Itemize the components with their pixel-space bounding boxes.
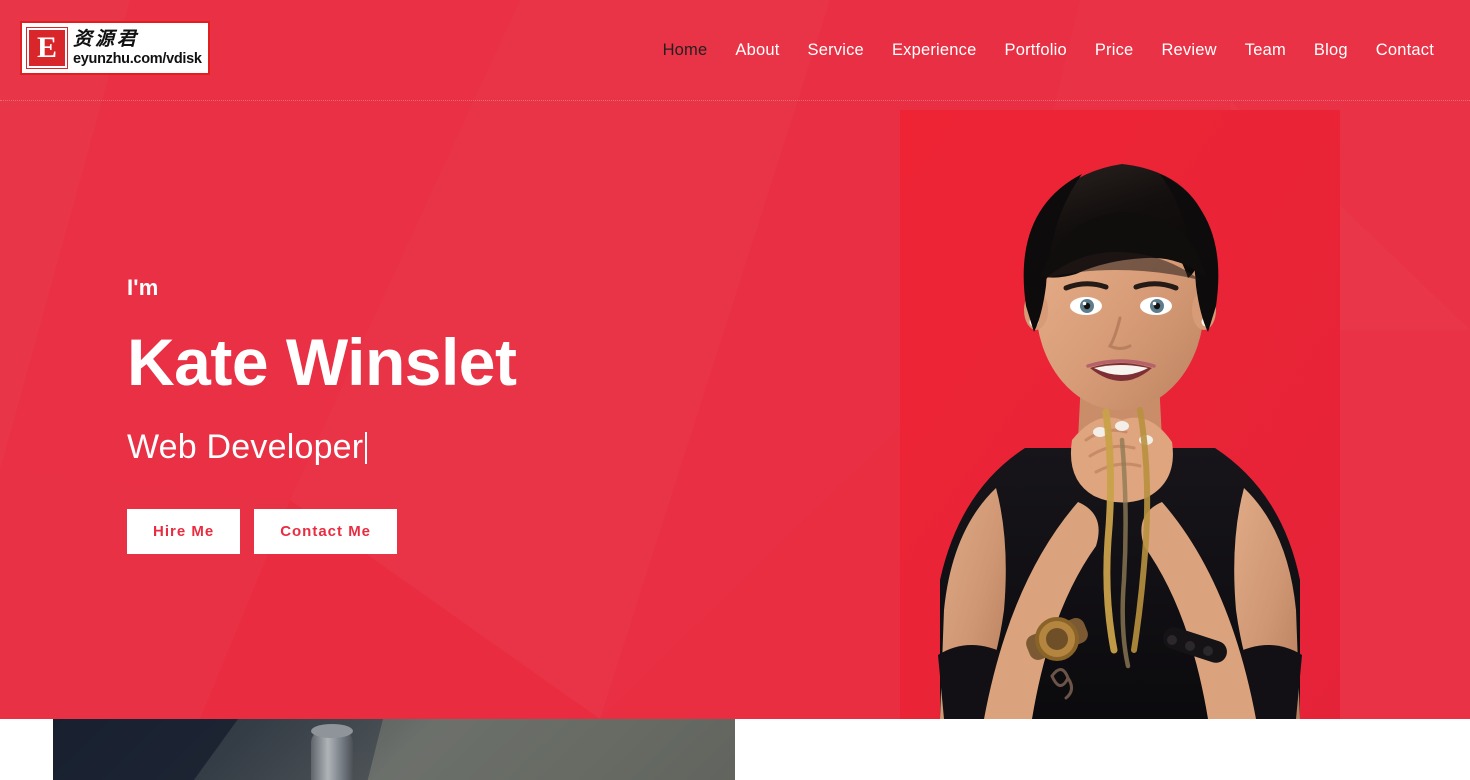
nav-item-about[interactable]: About <box>721 32 793 69</box>
next-section-image <box>53 719 735 780</box>
hero-button-group: Hire Me Contact Me <box>127 509 516 555</box>
hero-section: Portfolio Home About Service Experience … <box>0 0 1470 719</box>
hero-copy-block: I'm Kate Winslet Web Developer Hire Me C… <box>127 275 517 555</box>
hero-greeting: I'm <box>127 275 159 300</box>
hero-role-text: Web Developer <box>127 428 364 467</box>
hero-portrait-image <box>900 110 1340 719</box>
watermark-overlay: E 资源君 eyunzhu.com/vdisk <box>20 21 210 75</box>
nav-item-review[interactable]: Review <box>1147 32 1230 69</box>
page-root: Portfolio Home About Service Experience … <box>0 0 1470 780</box>
top-navigation-bar: Portfolio Home About Service Experience … <box>0 0 1470 101</box>
nav-item-home[interactable]: Home <box>649 32 722 69</box>
watermark-chinese-label: 资源君 <box>73 27 140 50</box>
watermark-text: 资源君 eyunzhu.com/vdisk <box>73 27 202 67</box>
nav-item-contact[interactable]: Contact <box>1362 32 1434 69</box>
typing-caret-icon <box>365 431 368 464</box>
nav-item-service[interactable]: Service <box>794 32 878 69</box>
nav-item-portfolio[interactable]: Portfolio <box>991 32 1081 69</box>
nav-item-team[interactable]: Team <box>1231 32 1300 69</box>
next-section <box>0 719 1470 780</box>
hire-me-button[interactable]: Hire Me <box>127 509 241 555</box>
contact-me-button[interactable]: Contact Me <box>254 509 398 555</box>
nav-item-blog[interactable]: Blog <box>1300 32 1362 69</box>
nav-item-price[interactable]: Price <box>1081 32 1148 69</box>
hero-role-line: Web Developer <box>127 427 516 468</box>
nav-links: Home About Service Experience Portfolio … <box>649 32 1434 69</box>
watermark-badge-letter: E <box>26 27 68 69</box>
hero-name: Kate Winslet <box>127 325 517 400</box>
watermark-url: eyunzhu.com/vdisk <box>73 50 202 67</box>
nav-item-experience[interactable]: Experience <box>878 32 991 69</box>
